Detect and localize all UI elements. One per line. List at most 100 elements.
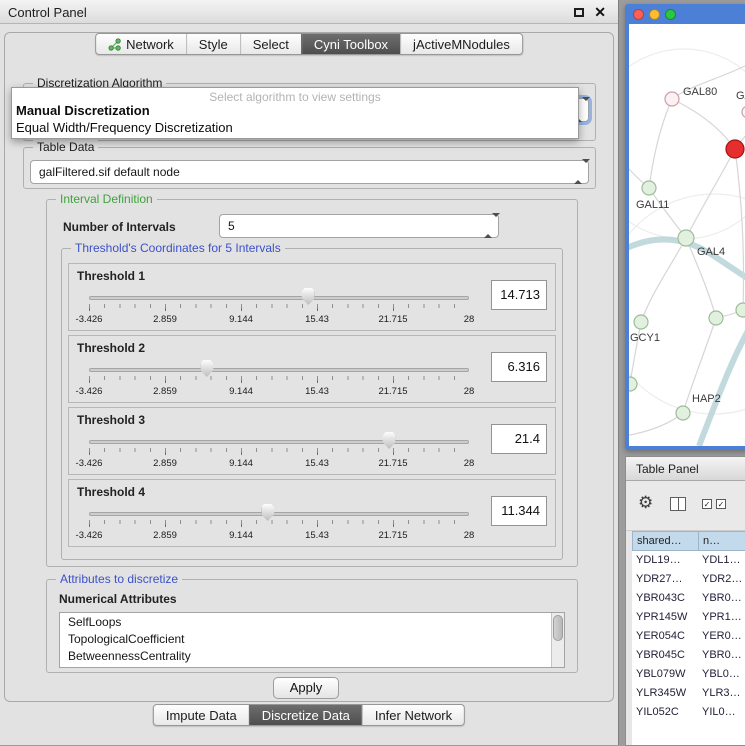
threshold-panel: Threshold 2 -3.426 2.859 9.144 15.43 21.… — [68, 335, 556, 403]
close-traffic-light[interactable] — [633, 9, 644, 20]
table-cell[interactable]: YDL1… — [698, 551, 745, 570]
tick-label: 28 — [464, 458, 475, 469]
dropdown-option[interactable]: Equal Width/Frequency Discretization — [16, 120, 233, 135]
network-view-window[interactable]: GAL80 GA GAL11 GAL4 GCY1 HAP2 — [625, 4, 745, 450]
slider-track[interactable] — [89, 368, 469, 372]
tick-label: 21.715 — [378, 458, 407, 469]
num-intervals-combobox[interactable]: 5 — [219, 214, 499, 238]
minimize-traffic-light[interactable] — [649, 9, 660, 20]
node-label: GCY1 — [630, 332, 660, 344]
threshold-value-field[interactable]: 21.4 — [491, 424, 547, 454]
table-row[interactable]: YDR27… YDR2… — [632, 570, 745, 589]
gear-icon[interactable]: ⚙ — [638, 493, 653, 513]
table-cell[interactable]: YBR043C — [632, 589, 698, 608]
threshold-value-field[interactable]: 11.344 — [491, 496, 547, 526]
tab-discretize-data[interactable]: Discretize Data — [249, 705, 362, 725]
stepper-icon — [574, 163, 583, 181]
checkbox-icon[interactable]: ✓ — [716, 499, 726, 509]
tab-label: Network — [126, 37, 174, 52]
table-cell[interactable]: YDR27… — [632, 570, 698, 589]
node-label: GA — [736, 90, 745, 102]
slider-track[interactable] — [89, 440, 469, 444]
tab-impute-data[interactable]: Impute Data — [154, 705, 249, 725]
threshold-slider[interactable]: -3.426 2.859 9.144 15.43 21.715 28 — [89, 288, 469, 330]
interval-definition-group: Interval Definition Number of Intervals … — [46, 199, 578, 567]
table-data-combobox[interactable]: galFiltered.sif default node — [30, 160, 589, 184]
tab-network[interactable]: Network — [96, 34, 186, 54]
threshold-slider[interactable]: -3.426 2.859 9.144 15.43 21.715 28 — [89, 360, 469, 402]
table-panel-window: Table Panel ⚙ ✓ ✓ shared… n… YDL19… YDL1… — [625, 456, 745, 746]
table-cell[interactable]: YDR2… — [698, 570, 745, 589]
list-item[interactable]: TopologicalCoefficient — [60, 630, 564, 647]
table-cell[interactable]: YBL0… — [698, 665, 745, 684]
table-row[interactable]: YLR345W YLR3… — [632, 684, 745, 703]
table-row[interactable]: YBL079W YBL0… — [632, 665, 745, 684]
table-cell[interactable]: YLR345W — [632, 684, 698, 703]
table-cell[interactable]: YLR3… — [698, 684, 745, 703]
table-row[interactable]: YBR043C YBR0… — [632, 589, 745, 608]
window-title: Control Panel — [8, 5, 87, 20]
tab-jactivemnodules[interactable]: jActiveMNodules — [400, 34, 522, 54]
slider-track[interactable] — [89, 512, 469, 516]
table-cell[interactable]: YIL0… — [698, 703, 745, 722]
table-cell[interactable]: YBR0… — [698, 646, 745, 665]
table-cell[interactable]: YDL19… — [632, 551, 698, 570]
tab-style[interactable]: Style — [186, 34, 240, 54]
attributes-list[interactable]: SelfLoops TopologicalCoefficient Between… — [59, 612, 565, 668]
column-header[interactable]: shared… — [632, 531, 698, 551]
table-cell[interactable]: YER0… — [698, 627, 745, 646]
float-window-icon[interactable] — [574, 8, 584, 17]
table-cell[interactable]: YPR1… — [698, 608, 745, 627]
slider-thumb[interactable] — [383, 432, 396, 449]
dropdown-option[interactable]: Manual Discretization — [16, 103, 150, 118]
scrollbar-thumb[interactable] — [553, 615, 563, 641]
table-row[interactable]: YPR145W YPR1… — [632, 608, 745, 627]
table-cell[interactable]: YPR145W — [632, 608, 698, 627]
list-item[interactable]: SelfLoops — [60, 613, 564, 630]
tick-label: 9.144 — [229, 458, 253, 469]
table-cell[interactable]: YER054C — [632, 627, 698, 646]
tab-cyni-toolbox[interactable]: Cyni Toolbox — [301, 34, 400, 54]
table-row[interactable]: YDL19… YDL1… — [632, 551, 745, 570]
table-row[interactable]: YBR045C YBR0… — [632, 646, 745, 665]
tick-label: 15.43 — [305, 314, 329, 325]
slider-ticks — [89, 448, 469, 452]
slider-thumb[interactable] — [200, 360, 213, 377]
table-row[interactable]: YIL052C YIL0… — [632, 703, 745, 722]
table-panel-titlebar: Table Panel — [626, 457, 745, 481]
checkbox-icon[interactable]: ✓ — [702, 499, 712, 509]
table-cell[interactable]: YBL079W — [632, 665, 698, 684]
tab-label: Style — [199, 37, 228, 52]
threshold-stack: Threshold 1 -3.426 2.859 9.144 15.43 21.… — [68, 263, 556, 551]
threshold-slider[interactable]: -3.426 2.859 9.144 15.43 21.715 28 — [89, 432, 469, 474]
apply-button[interactable]: Apply — [273, 677, 339, 699]
network-canvas[interactable]: GAL80 GA GAL11 GAL4 GCY1 HAP2 — [629, 24, 745, 446]
num-intervals-label: Number of Intervals — [63, 220, 176, 234]
close-icon[interactable]: ✕ — [594, 4, 606, 21]
tick-label: 21.715 — [378, 386, 407, 397]
table-header-row: shared… n… — [632, 531, 745, 551]
slider-thumb[interactable] — [302, 288, 315, 305]
table-cell[interactable]: YBR0… — [698, 589, 745, 608]
list-item[interactable]: BetweennessCentrality — [60, 647, 564, 664]
column-header[interactable]: n… — [698, 531, 745, 551]
combobox-value: galFiltered.sif default node — [39, 165, 180, 179]
table-row[interactable]: YER054C YER0… — [632, 627, 745, 646]
tab-label: Impute Data — [166, 708, 237, 723]
slider-track[interactable] — [89, 296, 469, 300]
table-cell[interactable]: YIL052C — [632, 703, 698, 722]
threshold-value-field[interactable]: 14.713 — [491, 280, 547, 310]
table-cell[interactable]: YBR045C — [632, 646, 698, 665]
tab-select[interactable]: Select — [240, 34, 301, 54]
network-icon — [108, 38, 121, 51]
node-table: shared… n… YDL19… YDL1… YDR27… YDR2… YBR… — [632, 531, 745, 745]
threshold-value-field[interactable]: 6.316 — [491, 352, 547, 382]
zoom-traffic-light[interactable] — [665, 9, 676, 20]
slider-thumb[interactable] — [261, 504, 274, 521]
threshold-slider[interactable]: -3.426 2.859 9.144 15.43 21.715 28 — [89, 504, 469, 546]
tab-infer-network[interactable]: Infer Network — [362, 705, 464, 725]
thresholds-group: Threshold's Coordinates for 5 Intervals … — [61, 248, 563, 560]
vertical-scrollbar[interactable] — [551, 613, 564, 667]
threshold-panel: Threshold 1 -3.426 2.859 9.144 15.43 21.… — [68, 263, 556, 331]
columns-icon[interactable] — [670, 497, 686, 511]
